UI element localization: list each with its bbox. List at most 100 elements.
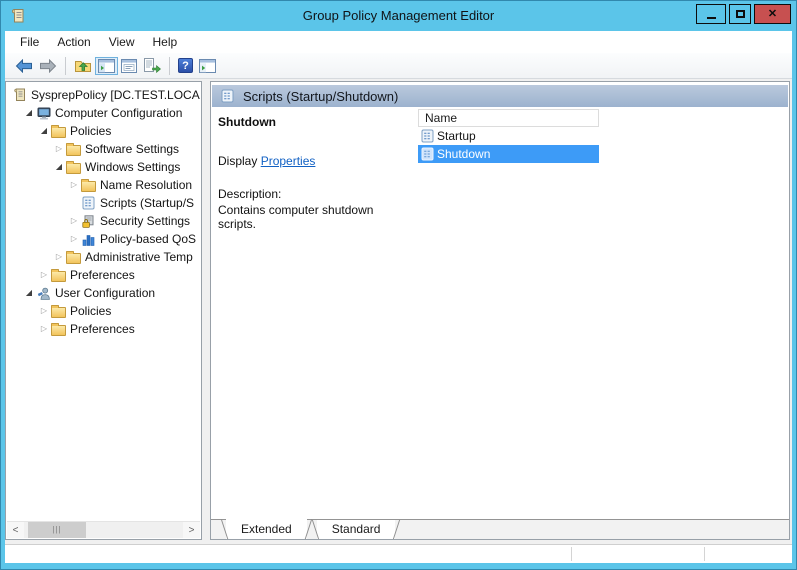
scripts-icon xyxy=(221,89,234,103)
scroll-left-button[interactable]: < xyxy=(7,522,24,538)
tree-horizontal-scrollbar: < ||| > xyxy=(7,521,200,538)
panel-splitter[interactable] xyxy=(202,79,210,540)
tree-item-user-policies[interactable]: Policies xyxy=(7,302,200,320)
tree-item-label: Windows Settings xyxy=(85,160,181,174)
computer-icon xyxy=(35,107,52,120)
window-title: Group Policy Management Editor xyxy=(302,8,495,23)
expand-toggle-icon[interactable] xyxy=(53,248,65,266)
expand-toggle-icon[interactable] xyxy=(53,140,65,158)
title-bar: Group Policy Management Editor ✕ xyxy=(1,1,796,31)
tree-item-name-resolution[interactable]: Name Resolution xyxy=(7,176,200,194)
tree-item-policy-based-qos[interactable]: Policy-based QoS xyxy=(7,230,200,248)
window-controls: ✕ xyxy=(696,4,791,24)
tree-item-policies[interactable]: Policies xyxy=(7,122,200,140)
tree-item-scripts[interactable]: Scripts (Startup/S xyxy=(7,194,200,212)
expand-toggle-icon[interactable] xyxy=(38,320,50,338)
display-row: Display Properties xyxy=(218,154,414,168)
scripts-icon xyxy=(418,147,437,161)
toolbar-separator xyxy=(169,56,170,75)
tree-item-user-configuration[interactable]: User Configuration xyxy=(7,284,200,302)
scrollbar-track[interactable]: ||| xyxy=(24,522,183,538)
menu-action[interactable]: Action xyxy=(48,31,99,53)
tab-standard[interactable]: Standard xyxy=(316,520,396,539)
menu-help[interactable]: Help xyxy=(144,31,187,53)
help-button[interactable]: ? xyxy=(175,56,196,75)
expand-toggle-icon[interactable] xyxy=(38,266,50,284)
up-one-level-icon xyxy=(75,61,91,72)
maximize-button[interactable] xyxy=(729,4,751,24)
menu-bar: File Action View Help xyxy=(5,31,792,53)
scripts-icon xyxy=(418,129,437,143)
results-header: Scripts (Startup/Shutdown) xyxy=(212,85,788,107)
tree-item-label: SysprepPolicy [DC.TEST.LOCAL] xyxy=(31,88,200,102)
status-divider xyxy=(571,547,572,561)
list-item-shutdown[interactable]: Shutdown xyxy=(418,145,599,163)
scripts-list: Name Startup Shutdown xyxy=(418,109,788,519)
folder-icon xyxy=(65,142,82,156)
tree-item-administrative-templates[interactable]: Administrative Temp xyxy=(7,248,200,266)
tree-item-label: Security Settings xyxy=(100,214,191,228)
tree-item-label: Policies xyxy=(70,124,112,138)
expand-toggle-icon[interactable] xyxy=(68,176,80,194)
view-tabs: Extended Standard xyxy=(211,519,789,539)
expand-toggle-icon[interactable] xyxy=(68,212,80,230)
forward-button[interactable] xyxy=(36,57,60,75)
show-console-tree-button[interactable] xyxy=(95,56,118,75)
tree-item-label: Name Resolution xyxy=(100,178,193,192)
tree-item-windows-settings[interactable]: Windows Settings xyxy=(7,158,200,176)
tree-item-computer-configuration[interactable]: Computer Configuration xyxy=(7,104,200,122)
extended-description-column: Shutdown Display Properties Description:… xyxy=(218,115,414,231)
tab-label: Extended xyxy=(241,522,292,536)
tab-extended[interactable]: Extended xyxy=(226,519,307,539)
description-label: Description: xyxy=(218,187,282,201)
tree-item-preferences[interactable]: Preferences xyxy=(7,266,200,284)
up-one-level-button[interactable] xyxy=(71,56,95,75)
expand-toggle-icon[interactable] xyxy=(38,122,50,140)
minimize-button[interactable] xyxy=(696,4,726,24)
status-bar xyxy=(5,544,792,563)
close-button[interactable]: ✕ xyxy=(754,4,791,24)
maximize-icon xyxy=(735,10,745,18)
expand-toggle-icon[interactable] xyxy=(23,104,35,122)
new-window-button[interactable] xyxy=(196,57,219,75)
tree-item-user-preferences[interactable]: Preferences xyxy=(7,320,200,338)
main-area: SysprepPolicy [DC.TEST.LOCAL] ◢ Computer… xyxy=(5,79,792,540)
list-item-startup[interactable]: Startup xyxy=(418,127,599,145)
menu-view[interactable]: View xyxy=(100,31,144,53)
user-icon xyxy=(35,287,52,300)
back-icon xyxy=(15,58,32,73)
expand-toggle-icon[interactable] xyxy=(68,230,80,248)
folder-icon xyxy=(50,304,67,318)
properties-link[interactable]: Properties xyxy=(261,154,316,168)
tree-item-security-settings[interactable]: Security Settings xyxy=(7,212,200,230)
expand-toggle-icon[interactable] xyxy=(38,302,50,320)
column-header-name[interactable]: Name xyxy=(418,109,599,127)
tree-item-label: User Configuration xyxy=(55,286,156,300)
list-item-label: Shutdown xyxy=(437,147,491,161)
expand-toggle-icon[interactable] xyxy=(23,284,35,302)
folder-icon xyxy=(50,124,67,138)
console-tree: SysprepPolicy [DC.TEST.LOCAL] ◢ Computer… xyxy=(7,86,200,520)
tree-item-sysprep-policy[interactable]: SysprepPolicy [DC.TEST.LOCAL] xyxy=(7,86,200,104)
tree-item-label: Software Settings xyxy=(85,142,180,156)
scroll-right-button[interactable]: > xyxy=(183,522,200,538)
scrollbar-grip-icon: ||| xyxy=(52,525,62,534)
tree-item-label: Scripts (Startup/S xyxy=(100,196,195,210)
results-header-title: Scripts (Startup/Shutdown) xyxy=(243,88,399,104)
results-body: Shutdown Display Properties Description:… xyxy=(211,107,789,519)
expand-toggle-icon[interactable] xyxy=(53,158,65,176)
back-button[interactable] xyxy=(12,57,36,75)
display-label: Display xyxy=(218,154,258,168)
properties-button[interactable] xyxy=(118,57,140,75)
qos-chart-icon xyxy=(80,233,97,246)
menu-file[interactable]: File xyxy=(11,31,48,53)
folder-icon xyxy=(80,178,97,192)
selected-item-name: Shutdown xyxy=(218,115,276,129)
tree-item-label: Policies xyxy=(70,304,112,318)
list-item-label: Startup xyxy=(437,129,476,143)
scrollbar-thumb[interactable]: ||| xyxy=(28,522,86,538)
tree-item-software-settings[interactable]: Software Settings xyxy=(7,140,200,158)
gpo-scroll-icon xyxy=(11,88,28,102)
folder-icon xyxy=(50,268,67,282)
export-list-button[interactable] xyxy=(140,56,164,75)
